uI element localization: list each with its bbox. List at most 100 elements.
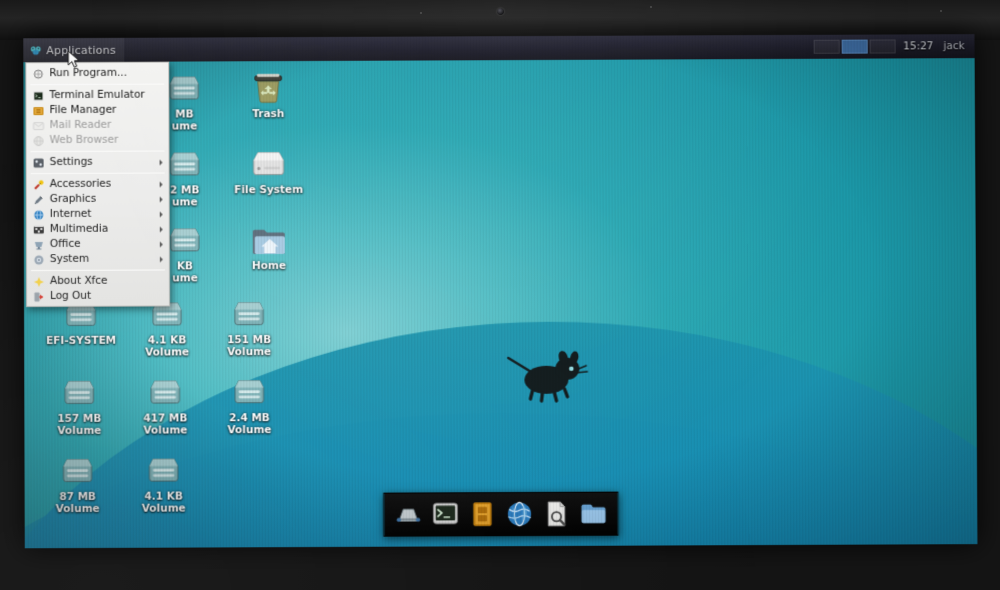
drive-icon [170,228,200,252]
applications-menu-popup[interactable]: Run Program... Terminal Emulator File Mana… [25,61,171,308]
menu-separator [30,269,165,272]
dock-item-find-files[interactable] [541,499,571,529]
globe-icon [507,501,531,526]
menu-item-internet[interactable]: Internet [27,206,169,222]
accessories-icon [34,179,44,190]
workspace-switcher[interactable] [813,39,896,54]
menu-item-about-xfce[interactable]: About Xfce [27,273,169,289]
menu-item-label: Office [49,238,81,251]
desktop-icon-graphic [210,295,288,333]
webcam-icon [497,8,504,15]
drive-icon [234,302,264,326]
desktop-icon-label-line1: 2.4 MB [229,412,270,425]
menu-item-label: Accessories [49,177,112,191]
desktop-icon-graphic [230,221,308,259]
dock-item-web-browser[interactable] [504,499,534,529]
menu-item-label: Mail Reader [49,119,112,132]
menu-item-label: Web Browser [49,133,119,147]
menu-item-graphics[interactable]: Graphics [27,191,169,207]
desktop-icon-volume-417-mb[interactable]: 417 MB Volume [126,373,204,436]
desktop-icon-graphic [210,373,288,411]
drive-icon [150,380,180,404]
menu-item-system[interactable]: System [27,251,169,267]
monitor-photo: Trash File System Home MB ume 2 MB ume KB ume EFI… [0,0,1000,590]
file-manager-icon [473,502,492,526]
workspace-2[interactable] [841,39,868,54]
chevron-right-icon [159,181,163,188]
folder-icon [581,504,606,523]
desktop-icon-label-line2: Volume [141,502,186,515]
screen: Trash File System Home MB ume 2 MB ume KB ume EFI… [23,34,978,549]
desktop-icon-label-line2: Volume [55,502,100,515]
xfce-mouse-watermark-icon [506,350,588,403]
clock[interactable]: 15:27 [903,40,933,52]
office-icon [34,241,43,250]
chevron-right-icon [159,196,163,203]
menu-item-label: Settings [49,156,93,169]
dock-item-file-manager[interactable] [467,499,497,529]
menu-item-office[interactable]: Office [27,236,169,252]
chevron-right-icon [159,210,163,218]
desktop-icon-label-line1: EFI-SYSTEM [46,334,117,347]
desktop-icon-trash[interactable]: Trash [229,69,307,121]
trash-icon [254,73,283,103]
menu-item-mail-reader: Mail Reader [26,118,168,134]
menu-item-settings[interactable]: Settings [27,155,169,171]
desktop-icon-volume-157-mb[interactable]: 157 MB Volume [40,374,118,437]
desktop-icon-volume-151-mb[interactable]: 151 MB Volume [210,295,288,358]
desktop-icon-volume-2-4-mb[interactable]: 2.4 MB Volume [210,373,288,436]
menu-item-label: Graphics [49,193,97,206]
menu-separator [30,150,165,153]
bezel-speck [650,6,652,8]
system-icon [34,255,44,265]
find-files-icon [547,501,566,526]
menu-item-label: Multimedia [49,222,109,236]
desktop-icon-label-line2: Volume [227,423,272,436]
bezel-speck [940,10,942,12]
drive-icon [64,380,94,404]
dock-item-folder[interactable] [578,499,608,529]
drive-icon [169,76,200,100]
internet-icon [34,209,44,220]
desktop-icon-file-system[interactable]: File System [229,145,307,197]
desktop-icon-graphic [126,373,204,411]
workspace-1[interactable] [813,39,840,54]
xfce-mouse-icon [30,45,41,55]
dock-item-terminal[interactable] [430,499,460,529]
panel-spacer [124,47,813,50]
menu-item-terminal-emulator[interactable]: Terminal Emulator [26,88,168,104]
drive-icon [170,152,200,176]
menu-item-run-program[interactable]: Run Program... [26,66,168,82]
desktop-icon-volume-4-1-kb-b[interactable]: 4.1 KB Volume [125,451,203,514]
desktop-icon-label-line1: 157 MB [57,412,102,425]
menu-item-file-manager[interactable]: File Manager [26,103,168,119]
run-program-icon [33,69,43,79]
settings-icon [33,158,44,168]
desktop-icon-graphic [125,451,203,489]
dock-item-show-desktop[interactable] [393,499,423,529]
desktop-icon-home[interactable]: Home [230,221,308,273]
drive-icon [148,458,179,482]
terminal-icon [432,502,458,524]
graphics-icon [34,195,43,204]
menu-item-label: Log Out [49,290,92,303]
log-out-icon [34,292,44,302]
bezel-speck [420,12,422,14]
desktop-icon-label-line2: Volume [227,345,272,358]
menu-item-multimedia[interactable]: Multimedia [27,221,169,237]
desktop-icon-volume-87-mb[interactable]: 87 MB Volume [38,452,116,515]
menu-item-accessories[interactable]: Accessories [27,176,169,192]
workspace-3[interactable] [869,39,896,54]
home-folder-icon [252,229,285,255]
drive-icon [62,458,93,482]
menu-item-label: Run Program... [49,67,128,80]
hard-disk-icon [253,152,285,176]
menu-item-label: Internet [49,208,92,221]
desktop-icon-label-line2: Volume [143,423,188,437]
menu-separator [30,172,165,175]
menu-item-label: About Xfce [49,274,108,288]
menu-item-log-out[interactable]: Log Out [27,288,169,304]
username-label[interactable]: jack [943,40,964,52]
menu-item-web-browser: Web Browser [27,133,169,149]
desktop-icon-label-line1: 4.1 KB [147,334,187,347]
